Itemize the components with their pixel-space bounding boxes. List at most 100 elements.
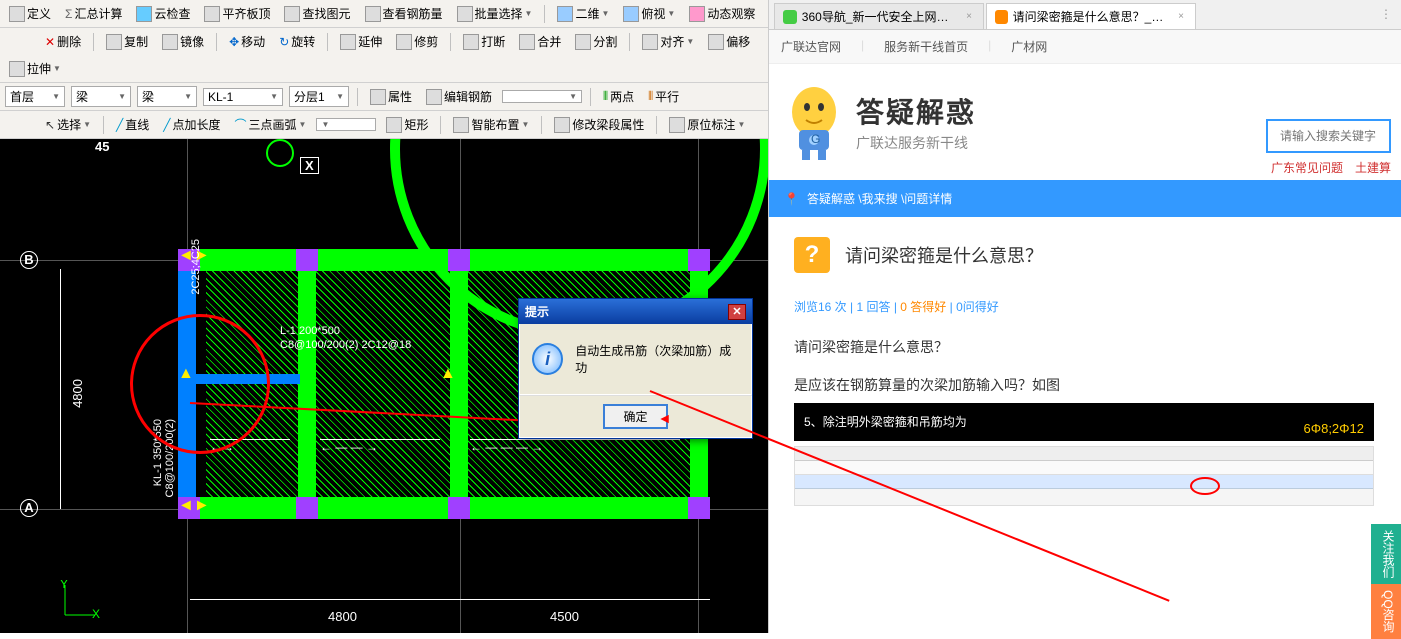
nav-link-3[interactable]: 广材网 bbox=[1011, 38, 1047, 55]
addpoint-button[interactable]: ╱点加长度 bbox=[159, 114, 224, 135]
extend-button[interactable]: 延伸 bbox=[336, 31, 386, 52]
smart-icon bbox=[453, 117, 469, 133]
browser-tab-2[interactable]: 请问梁密箍是什么意思？_广联达 × bbox=[986, 3, 1196, 29]
editrebar-button[interactable]: 编辑钢筋 bbox=[422, 86, 496, 107]
browser-tab-1[interactable]: 360导航_新一代安全上网导航 × bbox=[774, 3, 984, 29]
main-toolbar-4: ↖选择▼ ╱直线 ╱点加长度 ⌒三点画弧▼ ▼ 矩形 智能布置▼ 修改梁段属性 … bbox=[0, 111, 768, 139]
balance-button[interactable]: 平齐板顶 bbox=[200, 3, 274, 24]
dim-4500-h: 4500 bbox=[550, 609, 579, 624]
rotate-button[interactable]: ↻旋转 bbox=[275, 31, 319, 52]
offset-button[interactable]: 偏移 bbox=[704, 31, 754, 52]
mirror-button[interactable]: 镜像 bbox=[158, 31, 208, 52]
dialog-close-button[interactable]: ✕ bbox=[728, 304, 746, 320]
red-highlight-circle bbox=[130, 314, 270, 454]
blank-select[interactable]: ▼ bbox=[502, 90, 582, 103]
side-buttons: 关注我们 QQ咨询 bbox=[1371, 524, 1401, 639]
nav-link-1[interactable]: 广联达官网 bbox=[781, 38, 841, 55]
align-icon bbox=[642, 34, 658, 50]
copy-icon bbox=[106, 34, 122, 50]
batch-button[interactable]: 批量选择▼ bbox=[453, 3, 537, 24]
modbeam-button[interactable]: 修改梁段属性 bbox=[550, 114, 648, 135]
question-subtext: 是应该在钢筋算量的次梁加筋输入吗？如图 bbox=[794, 375, 1376, 395]
editrebar-icon bbox=[426, 89, 442, 105]
breadcrumb-text: 答疑解惑 \我来搜 \问题详情 bbox=[807, 190, 952, 207]
tab-close-1[interactable]: × bbox=[963, 11, 975, 22]
break-icon bbox=[463, 34, 479, 50]
main-toolbar-3: 首层▼ 梁▼ 梁▼ KL-1▼ 分层1▼ 属性 编辑钢筋 ▼ ⫴两点 ⫴平行 bbox=[0, 83, 768, 111]
info-icon: i bbox=[532, 343, 563, 375]
site-subtitle: 广联达服务新干线 bbox=[856, 133, 976, 153]
mascot-icon: G bbox=[784, 82, 844, 162]
define-icon bbox=[9, 6, 25, 22]
dialog-message: 自动生成吊筋（次梁加筋）成功 bbox=[575, 342, 739, 376]
stretch-button[interactable]: 拉伸▼ bbox=[5, 58, 65, 79]
browser-tabstrip: 360导航_新一代安全上网导航 × 请问梁密箍是什么意思？_广联达 × ⋮ bbox=[769, 0, 1401, 30]
find-button[interactable]: 查找图元 bbox=[280, 3, 354, 24]
merge-button[interactable]: 合并 bbox=[515, 31, 565, 52]
follow-button[interactable]: 关注我们 bbox=[1371, 524, 1401, 584]
topview-button[interactable]: 俯视▼ bbox=[619, 3, 679, 24]
move-button[interactable]: ✥移动 bbox=[225, 31, 269, 52]
parallel-button[interactable]: ⫴平行 bbox=[644, 86, 683, 107]
type-select[interactable]: 梁▼ bbox=[137, 86, 197, 107]
twopoint-button[interactable]: ⫴两点 bbox=[599, 86, 638, 107]
extend-icon bbox=[340, 34, 356, 50]
line-button[interactable]: ╱直线 bbox=[112, 114, 153, 135]
question-icon: ? bbox=[794, 237, 830, 273]
select-button[interactable]: ↖选择▼ bbox=[41, 114, 95, 135]
question-body: 请问梁密箍是什么意思？ bbox=[794, 337, 1376, 357]
align-button[interactable]: 对齐▼ bbox=[638, 31, 698, 52]
split-button[interactable]: 分割 bbox=[571, 31, 621, 52]
breadcrumb-bar: 📍 答疑解惑 \我来搜 \问题详情 bbox=[769, 180, 1401, 217]
modbeam-icon bbox=[554, 117, 570, 133]
dynview-button[interactable]: 动态观察 bbox=[685, 3, 759, 24]
props-icon bbox=[370, 89, 386, 105]
merge-icon bbox=[519, 34, 535, 50]
name-select[interactable]: KL-1▼ bbox=[203, 88, 283, 106]
rebar-button[interactable]: 查看钢筋量 bbox=[361, 3, 447, 24]
dialog-ok-button[interactable]: 确定◄ bbox=[603, 404, 667, 429]
svg-text:Y: Y bbox=[60, 580, 68, 591]
layer-select[interactable]: 分层1▼ bbox=[289, 86, 349, 107]
trim-button[interactable]: 修剪 bbox=[392, 31, 442, 52]
cloud-check-button[interactable]: 云检查 bbox=[132, 3, 194, 24]
split-icon bbox=[575, 34, 591, 50]
arc-button[interactable]: ⌒三点画弧▼ bbox=[231, 114, 311, 135]
question-title: 请问梁密箍是什么意思？ bbox=[845, 242, 1043, 268]
sum-button[interactable]: Σ汇总计算 bbox=[61, 3, 126, 24]
tab-favicon-2 bbox=[995, 10, 1008, 24]
site-title: 答疑解惑 bbox=[856, 91, 976, 131]
floor-select[interactable]: 首层▼ bbox=[5, 86, 65, 107]
axis-x: X bbox=[300, 157, 319, 174]
delete-button[interactable]: ✕删除 bbox=[41, 31, 85, 52]
hot-link-1[interactable]: 广东常见问题 bbox=[1271, 159, 1343, 176]
tab-favicon-1 bbox=[783, 10, 797, 24]
rect-button[interactable]: 矩形 bbox=[382, 114, 432, 135]
search-input[interactable] bbox=[1266, 119, 1391, 153]
props-button[interactable]: 属性 bbox=[366, 86, 416, 107]
tab-menu-icon[interactable]: ⋮ bbox=[1376, 3, 1396, 29]
dialog-title-text: 提示 bbox=[525, 303, 549, 320]
copy-button[interactable]: 复制 bbox=[102, 31, 152, 52]
origin-button[interactable]: 原位标注▼ bbox=[665, 114, 749, 135]
location-icon: 📍 bbox=[784, 192, 799, 206]
tab-close-2[interactable]: × bbox=[1175, 11, 1187, 22]
beam-label-1: L-1 200*500 bbox=[280, 325, 340, 337]
dialog-titlebar[interactable]: 提示 ✕ bbox=[519, 299, 752, 324]
break-button[interactable]: 打断 bbox=[459, 31, 509, 52]
hot-link-2[interactable]: 土建算 bbox=[1355, 159, 1391, 176]
smart-button[interactable]: 智能布置▼ bbox=[449, 114, 533, 135]
axis-a: A bbox=[20, 499, 38, 517]
nav-link-2[interactable]: 服务新干线首页 bbox=[884, 38, 968, 55]
site-nav: 广联达官网 | 服务新干线首页 | 广材网 bbox=[769, 30, 1401, 64]
site-header: G 答疑解惑 广联达服务新干线 广东常见问题 土建算 bbox=[769, 64, 1401, 180]
axis-45: 45 bbox=[95, 139, 109, 154]
blank2-select[interactable]: ▼ bbox=[316, 118, 376, 131]
rect-icon bbox=[386, 117, 402, 133]
category-select[interactable]: 梁▼ bbox=[71, 86, 131, 107]
offset-icon bbox=[708, 34, 724, 50]
define-button[interactable]: 定义 bbox=[5, 3, 55, 24]
view2d-button[interactable]: 二维▼ bbox=[553, 3, 613, 24]
cloud-icon bbox=[136, 6, 152, 22]
qq-button[interactable]: QQ咨询 bbox=[1371, 584, 1401, 639]
